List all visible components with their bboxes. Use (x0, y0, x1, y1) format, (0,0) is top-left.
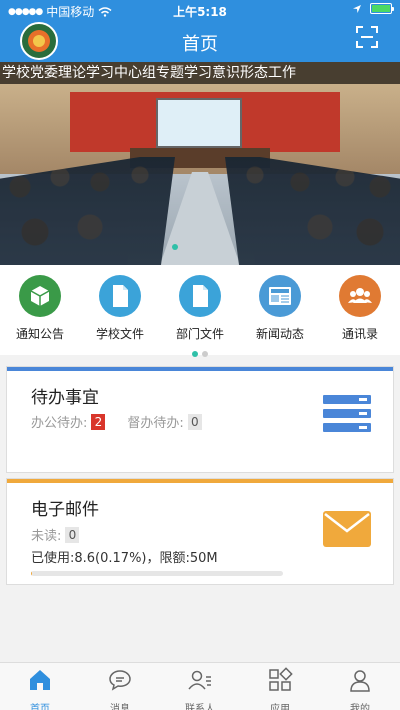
tab-label: 联系人 (185, 704, 215, 710)
status-bar: ●●●●● 中国移动 上午5:18 (0, 0, 400, 20)
scan-icon[interactable] (356, 26, 378, 48)
quick-menu-pager (0, 342, 400, 361)
supervise-todo-label: 督办待办: (127, 416, 184, 431)
tab-apps[interactable]: 应用 (240, 667, 320, 710)
tab-contacts[interactable]: 联系人 (160, 667, 240, 710)
office-todo-count: 2 (91, 413, 106, 430)
location-arrow-icon (353, 4, 361, 13)
tab-label: 消息 (110, 704, 130, 710)
todo-card-title: 待办事宜 (31, 388, 99, 408)
top-bar: ●●●●● 中国移动 上午5:18 首页 (0, 0, 400, 62)
mail-card-title: 电子邮件 (31, 500, 99, 520)
supervise-todo-count: 0 (187, 413, 202, 430)
mail-unread: 未读: 0 (31, 525, 80, 544)
todo-counts: 办公待办: 2 督办待办: 0 (31, 412, 202, 431)
person-icon (350, 670, 370, 692)
quick-item-notices[interactable]: 通知公告 (0, 275, 80, 342)
office-todo-label: 办公待办: (31, 416, 88, 431)
contacts-icon (339, 275, 381, 317)
envelope-icon (323, 511, 371, 547)
quick-item-label: 通讯录 (341, 327, 378, 341)
news-banner[interactable]: 学校党委理论学习中心组专题学习意识形态工作 (0, 62, 400, 265)
tab-label: 首页 (30, 704, 50, 710)
tab-label: 我的 (350, 704, 370, 710)
status-right (352, 3, 394, 14)
home-icon (30, 670, 50, 690)
page-title: 首页 (182, 34, 218, 55)
quick-menu: 通知公告 学校文件 部门文件 新闻动态 通讯录 (0, 265, 400, 357)
tab-messages[interactable]: 消息 (80, 667, 160, 710)
news-icon (259, 275, 301, 317)
tab-label: 应用 (270, 704, 290, 710)
document-icon (99, 275, 141, 317)
battery-icon (370, 3, 394, 14)
todo-card[interactable]: 待办事宜 办公待办: 2 督办待办: 0 (6, 366, 394, 473)
mail-usage-text: 已使用:8.6(0.17%)，限额:50M (31, 551, 218, 566)
banner-page-indicator (172, 244, 178, 250)
mail-usage-progress (31, 571, 283, 576)
document-icon (179, 275, 221, 317)
quick-item-label: 学校文件 (95, 327, 144, 341)
tab-me[interactable]: 我的 (320, 667, 400, 710)
quick-item-school-files[interactable]: 学校文件 (80, 275, 160, 342)
chat-bubble-icon (109, 670, 131, 691)
bottom-tab-bar: 首页 消息 联系人 应用 我的 (0, 662, 400, 710)
apps-grid-icon (269, 667, 293, 691)
unread-count: 0 (65, 526, 80, 543)
quick-item-label: 新闻动态 (255, 327, 304, 341)
mail-card[interactable]: 电子邮件 未读: 0 已使用:8.6(0.17%)，限额:50M (6, 478, 394, 585)
contacts-list-icon (188, 670, 211, 690)
quick-item-contacts[interactable]: 通讯录 (320, 275, 400, 342)
list-icon (323, 395, 371, 432)
quick-item-department-files[interactable]: 部门文件 (160, 275, 240, 342)
banner-ticker-text[interactable]: 学校党委理论学习中心组专题学习意识形态工作 (0, 62, 400, 84)
tab-home[interactable]: 首页 (0, 667, 80, 710)
unread-label: 未读: (31, 529, 62, 544)
quick-item-label: 通知公告 (15, 327, 64, 341)
quick-item-label: 部门文件 (175, 327, 224, 341)
quick-item-news[interactable]: 新闻动态 (240, 275, 320, 342)
cube-icon (19, 275, 61, 317)
status-time: 上午5:18 (173, 5, 227, 19)
